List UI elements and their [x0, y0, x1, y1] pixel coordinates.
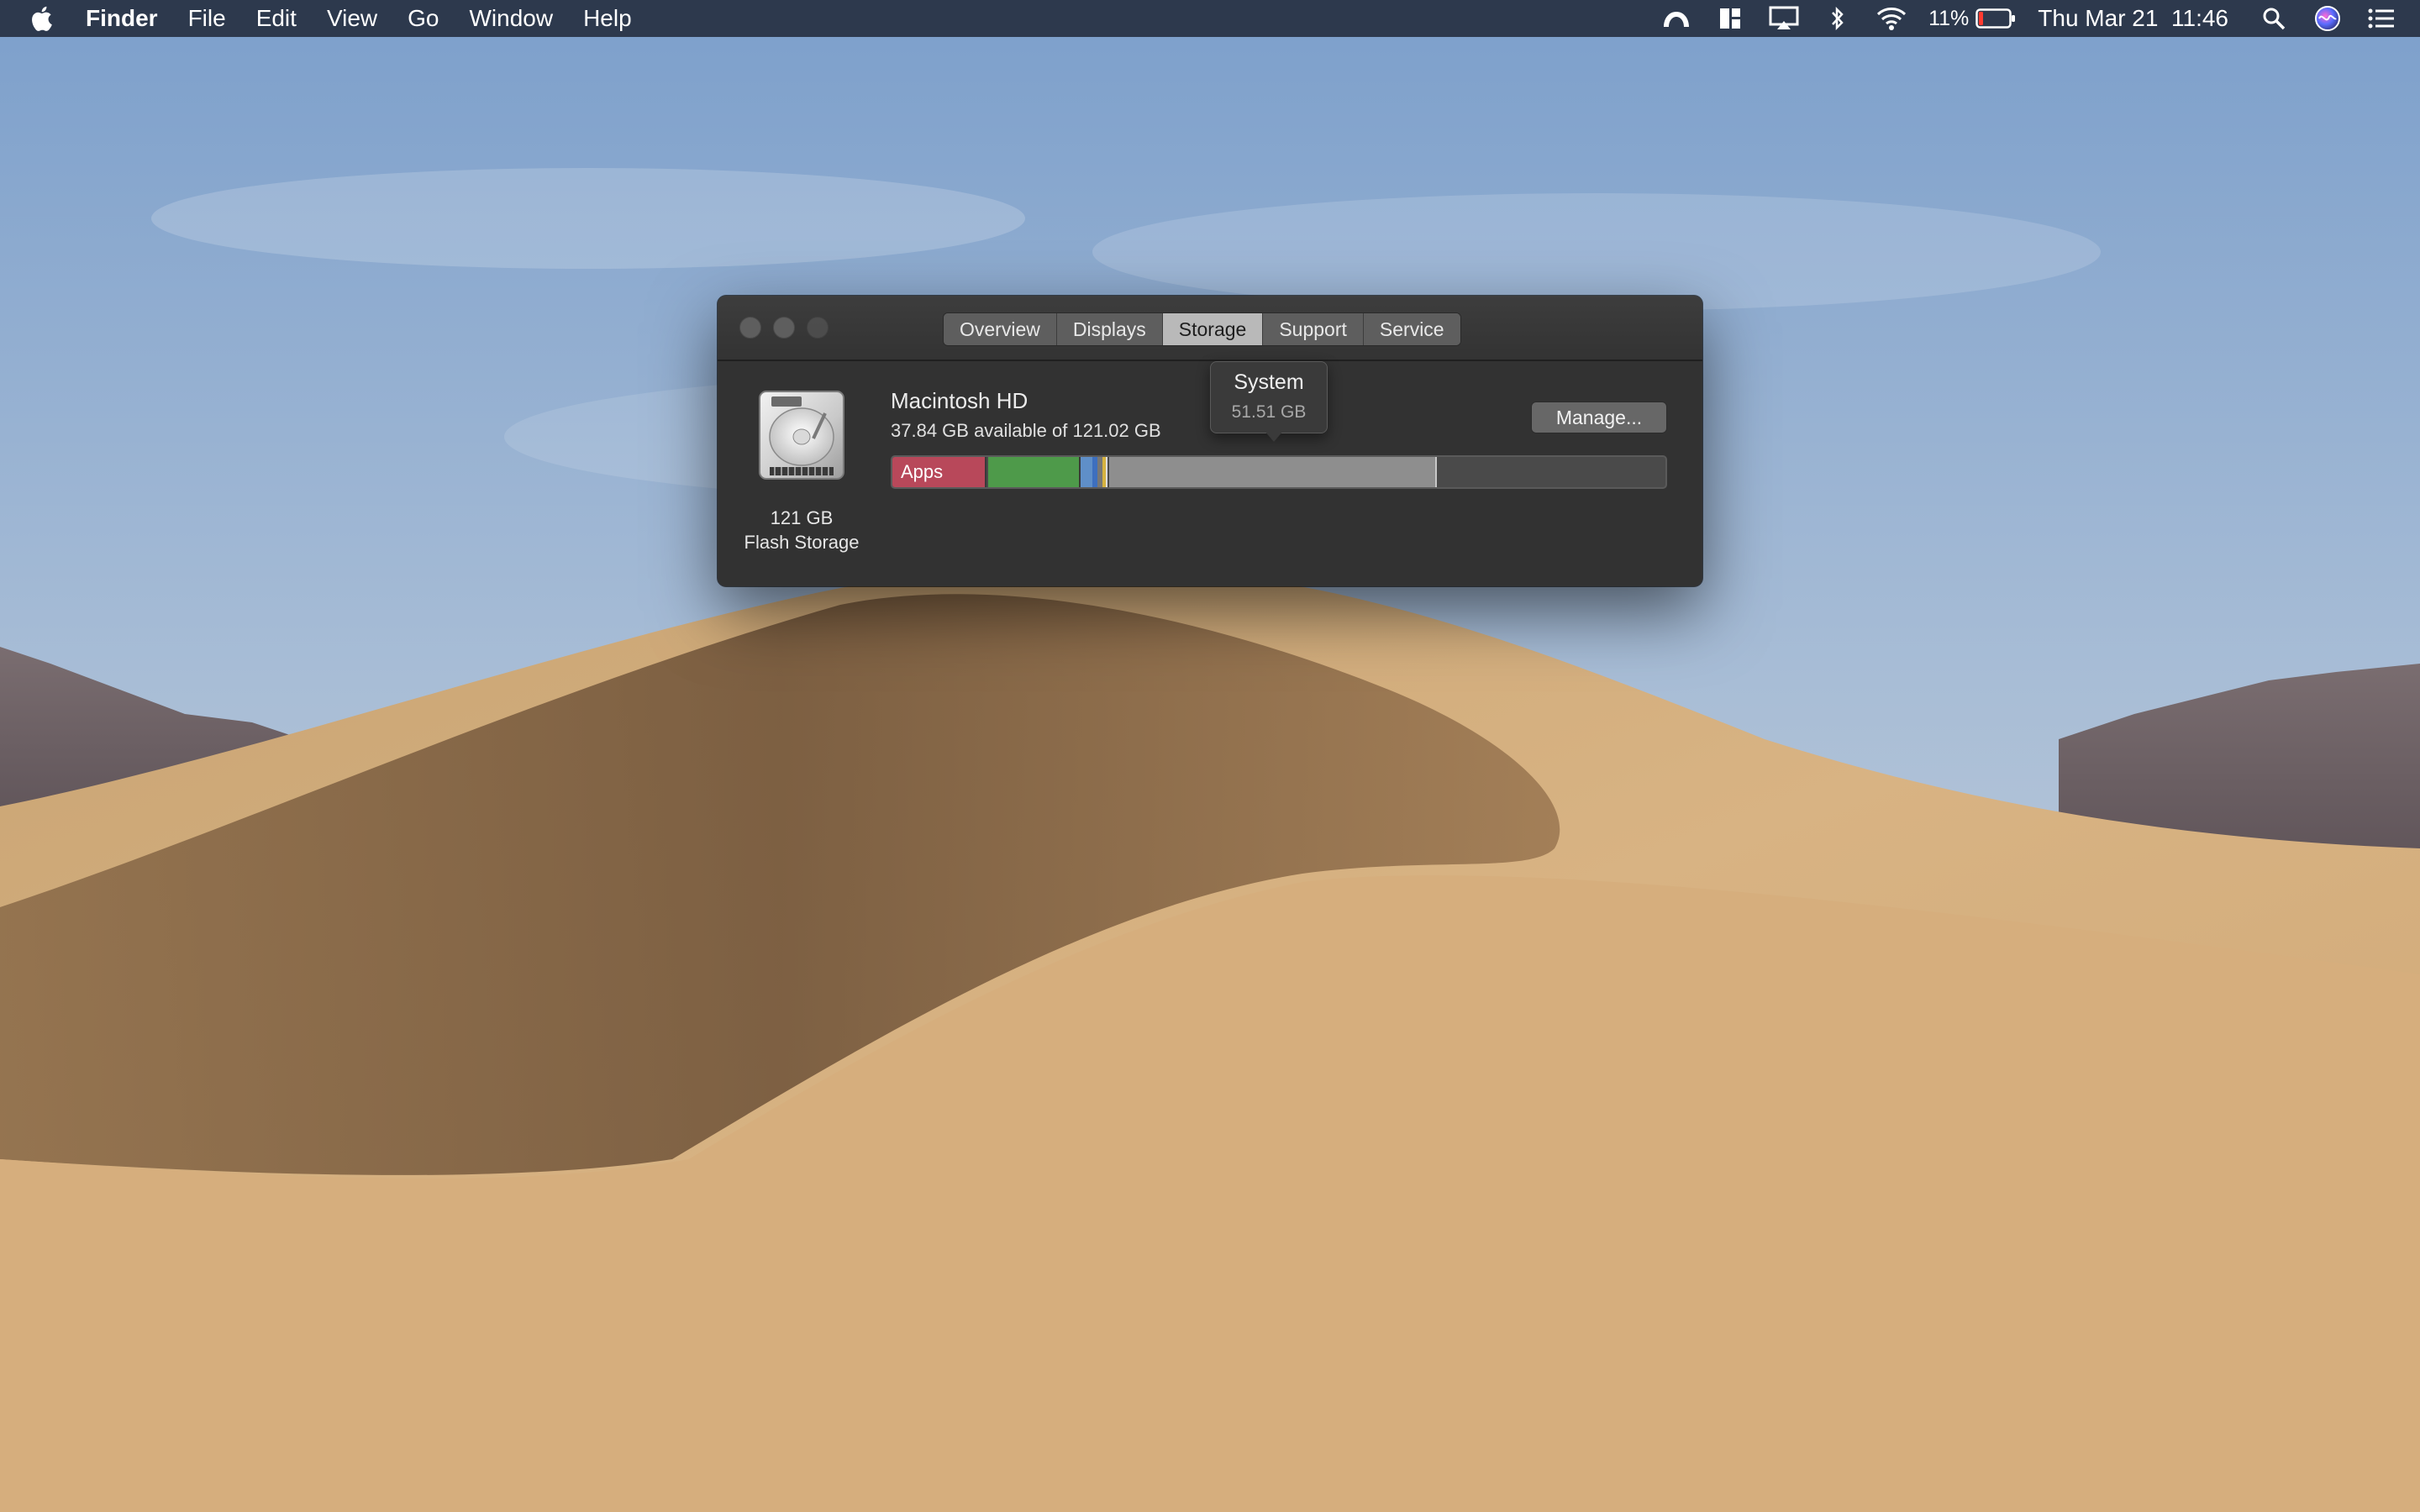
hard-drive-icon [755, 388, 849, 487]
menu-file[interactable]: File [173, 0, 241, 37]
notification-center-icon[interactable] [2354, 0, 2408, 37]
menu-window[interactable]: Window [454, 0, 568, 37]
manage-button[interactable]: Manage... [1531, 402, 1667, 433]
storage-segment-documents[interactable] [988, 457, 1081, 487]
apple-logo-icon[interactable] [12, 0, 71, 37]
tab-bar: Overview Displays Storage Support Servic… [943, 312, 1461, 346]
menubar-clock[interactable]: Thu Mar 21 11:46 [2019, 0, 2247, 37]
storage-segment-blue[interactable] [1081, 457, 1092, 487]
menu-go[interactable]: Go [392, 0, 454, 37]
battery-percent[interactable]: 11% [1918, 0, 1979, 37]
airplay-icon[interactable] [1757, 0, 1811, 37]
volume-name: Macintosh HD [891, 388, 1028, 413]
tab-service[interactable]: Service [1363, 313, 1460, 345]
storage-usage-bar: Apps [891, 455, 1667, 489]
tab-support[interactable]: Support [1263, 313, 1364, 345]
storage-segment-system[interactable] [1109, 457, 1437, 487]
tooltip-arrow [1264, 430, 1284, 442]
menu-view[interactable]: View [312, 0, 392, 37]
storage-segment-apps[interactable]: Apps [892, 457, 986, 487]
menu-bar: Finder File Edit View Go Window Help 11%… [0, 0, 2420, 37]
window-tiling-icon[interactable] [1703, 0, 1757, 37]
volume-available: 37.84 GB available of 121.02 GB [891, 420, 1161, 441]
tooltip-title: System [1234, 370, 1304, 394]
disk-type: Flash Storage [744, 532, 860, 553]
disk-caption: 121 GB Flash Storage [734, 506, 869, 554]
creative-cloud-icon[interactable] [1649, 0, 1703, 37]
storage-segment-light[interactable] [1106, 457, 1107, 487]
menu-app-finder[interactable]: Finder [71, 0, 173, 37]
mojave-dunes-image [0, 0, 2420, 1512]
about-this-mac-window: Overview Displays Storage Support Servic… [718, 296, 1702, 586]
minimize-button[interactable] [773, 317, 795, 339]
battery-icon[interactable] [1972, 0, 2019, 37]
siri-icon[interactable] [2301, 0, 2354, 37]
spotlight-search-icon[interactable] [2247, 0, 2301, 37]
zoom-button[interactable] [807, 317, 829, 339]
close-button[interactable] [739, 317, 761, 339]
menu-edit[interactable]: Edit [241, 0, 312, 37]
wifi-icon[interactable] [1865, 0, 1918, 37]
disk-capacity: 121 GB [770, 507, 834, 528]
tab-overview[interactable]: Overview [944, 313, 1057, 345]
desktop-wallpaper [0, 0, 2420, 1512]
menu-help[interactable]: Help [568, 0, 647, 37]
tab-displays[interactable]: Displays [1056, 313, 1163, 345]
bluetooth-icon[interactable] [1811, 0, 1865, 37]
window-titlebar[interactable]: Overview Displays Storage Support Servic… [718, 296, 1702, 361]
storage-tooltip: System 51.51 GB [1210, 361, 1328, 433]
tab-storage[interactable]: Storage [1162, 313, 1264, 345]
tooltip-size: 51.51 GB [1231, 402, 1307, 422]
